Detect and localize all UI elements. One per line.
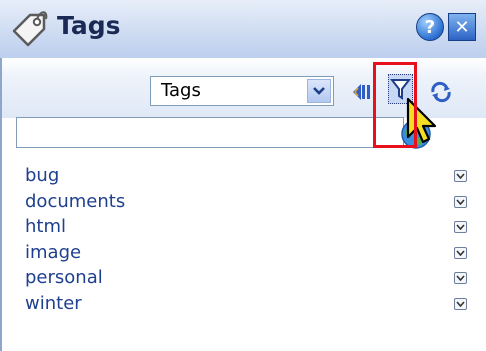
view-select-value: Tags: [161, 80, 201, 101]
tag-menu-chevron-icon[interactable]: [454, 221, 467, 233]
tags-panel: Tags ? ✕ Tags bug documents html image p…: [0, 0, 486, 351]
tag-row: image: [25, 241, 475, 267]
tag-link[interactable]: bug: [25, 164, 59, 188]
tag-row: html: [25, 215, 475, 241]
tag-list: bug documents html image personal winter: [25, 164, 475, 317]
tag-link[interactable]: documents: [25, 190, 125, 214]
chevron-down-icon[interactable]: [307, 79, 331, 103]
tag-link[interactable]: image: [25, 241, 81, 265]
tag-row: bug: [25, 164, 475, 190]
close-icon[interactable]: ✕: [448, 13, 476, 41]
help-icon[interactable]: ?: [416, 13, 444, 41]
tag-menu-chevron-icon[interactable]: [454, 170, 467, 182]
help-symbol: ?: [424, 16, 436, 38]
close-symbol: ✕: [454, 16, 470, 38]
tag-row: personal: [25, 266, 475, 292]
filter-highlight-box: [373, 62, 417, 148]
tag-menu-chevron-icon[interactable]: [454, 195, 467, 208]
back-icon[interactable]: [350, 81, 372, 103]
tag-link[interactable]: personal: [25, 266, 103, 290]
panel-titlebar: Tags ? ✕: [0, 0, 486, 59]
tag-menu-chevron-icon[interactable]: [454, 246, 467, 259]
tag-link[interactable]: html: [25, 215, 66, 239]
search-input[interactable]: [16, 117, 404, 148]
view-select[interactable]: Tags: [150, 76, 334, 106]
panel-title: Tags: [57, 11, 121, 40]
tag-menu-chevron-icon[interactable]: [454, 272, 467, 284]
tag-row: documents: [25, 190, 475, 216]
tag-menu-chevron-icon[interactable]: [454, 297, 467, 310]
tag-icon: [12, 11, 48, 47]
tag-link[interactable]: winter: [25, 292, 82, 316]
tag-row: winter: [25, 292, 475, 318]
